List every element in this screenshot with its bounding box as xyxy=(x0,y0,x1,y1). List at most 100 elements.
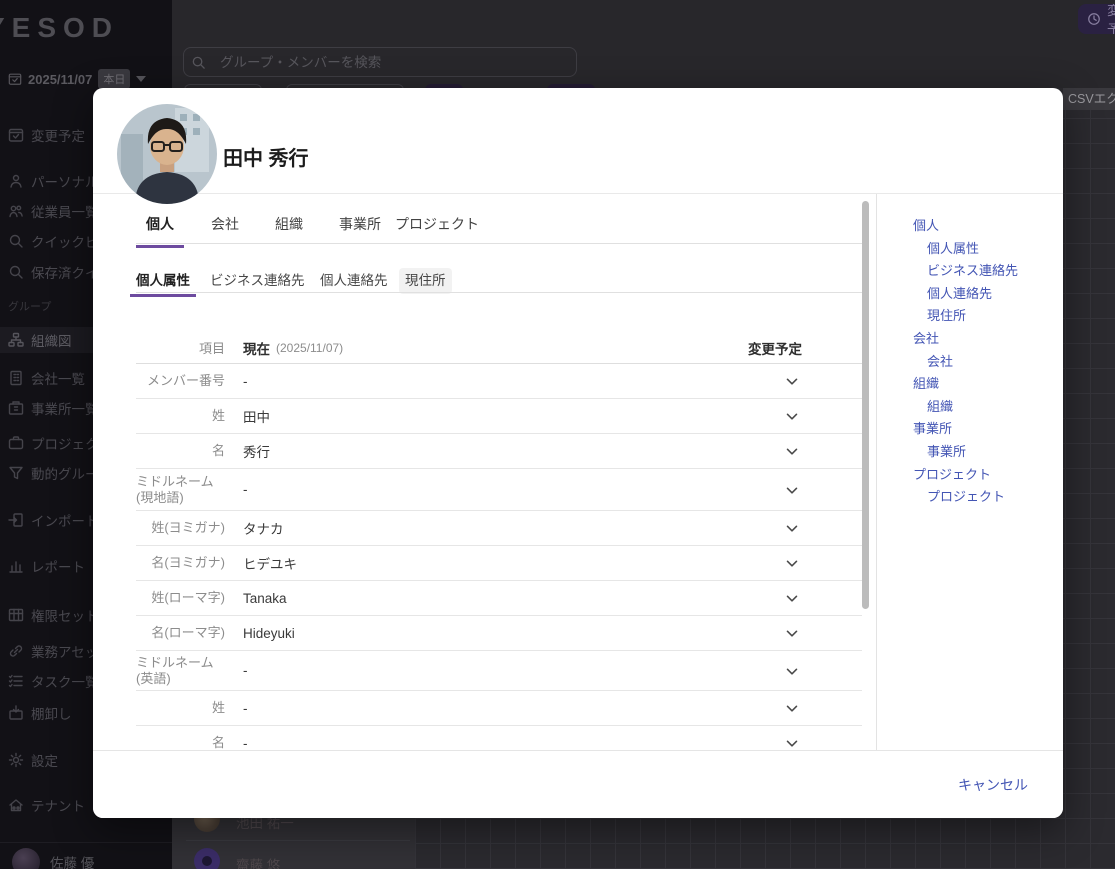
tabs-divider xyxy=(136,243,862,244)
attribute-row: 名 秀行 xyxy=(136,434,862,469)
attribute-row: 名(ローマ字) Hideyuki xyxy=(136,616,862,651)
tenant-home-icon xyxy=(8,797,24,813)
chevron-down-icon[interactable] xyxy=(783,519,801,537)
current-user[interactable]: 佐藤 優 xyxy=(12,848,94,869)
avatar xyxy=(12,848,40,869)
sidebar-item-label: 事業所一覧 xyxy=(31,402,99,417)
row-label: ミドルネーム xyxy=(136,473,214,489)
modal-nav-link[interactable]: ビジネス連絡先 xyxy=(913,260,1063,283)
briefcase-icon xyxy=(8,435,24,451)
modal-nav-link[interactable]: 事業所 xyxy=(913,418,1063,441)
column-header-current-date: (2025/11/07) xyxy=(276,340,344,355)
row-current-value: 秀行 xyxy=(243,445,270,460)
gear-icon xyxy=(8,752,24,768)
chevron-down-icon[interactable] xyxy=(783,442,801,460)
chevron-down-icon[interactable] xyxy=(783,699,801,717)
row-current-value: 田中 xyxy=(243,410,270,425)
sidebar-item-label: 動的グルー xyxy=(31,467,99,482)
subtabs-divider xyxy=(136,292,862,293)
row-label: 名(ヨミガナ) xyxy=(151,555,225,570)
sidebar-item-label: タスク一覧 xyxy=(31,675,99,690)
row-current-value: - xyxy=(243,700,248,716)
tab-project[interactable]: プロジェクト xyxy=(385,214,489,244)
row-current-value: Hideyuki xyxy=(243,625,295,641)
modal-nav-link[interactable]: 個人 xyxy=(913,215,1063,238)
tab-company[interactable]: 会社 xyxy=(201,214,249,244)
subtab-current-address[interactable]: 現住所 xyxy=(399,268,452,294)
group-member-search-input[interactable] xyxy=(183,47,577,77)
sidebar-item-label: 権限セット xyxy=(31,609,99,624)
subtab-personal-attributes[interactable]: 個人属性 xyxy=(130,268,196,297)
modal-nav-link[interactable]: 個人属性 xyxy=(913,238,1063,261)
modal-nav-link[interactable]: 組織 xyxy=(913,373,1063,396)
modal-nav-link[interactable]: 個人連絡先 xyxy=(913,283,1063,306)
csv-export-button[interactable]: CSVエクスポート xyxy=(1063,88,1115,110)
chevron-down-icon[interactable] xyxy=(783,407,801,425)
modal-nav-link[interactable]: プロジェクト xyxy=(913,486,1063,509)
modal-nav-link[interactable]: プロジェクト xyxy=(913,464,1063,487)
change-schedule-button[interactable]: 変更予定 xyxy=(1078,4,1115,34)
sidebar-item-label: プロジェク xyxy=(31,437,99,452)
modal-nav-link[interactable]: 組織 xyxy=(913,396,1063,419)
modal-body: 個人 会社 組織 事業所 プロジェクト 個人属性 ビジネス連絡先 個人連絡先 現住所 項目 現… xyxy=(93,193,1063,751)
attribute-row: メンバー番号 - xyxy=(136,364,862,399)
row-sublabel: (現地語) xyxy=(136,489,184,505)
import-icon xyxy=(8,512,24,528)
row-current-value: - xyxy=(243,663,248,678)
subtab-personal-contact[interactable]: 個人連絡先 xyxy=(314,268,394,294)
row-current-value: - xyxy=(243,373,248,389)
attribute-row: 姓(ヨミガナ) タナカ xyxy=(136,511,862,546)
cancel-button[interactable]: キャンセル xyxy=(958,775,1028,795)
row-label: 姓 xyxy=(211,408,225,423)
link-icon xyxy=(8,643,24,659)
modal-content: 個人 会社 組織 事業所 プロジェクト 個人属性 ビジネス連絡先 個人連絡先 現住所 項目 現… xyxy=(93,194,876,751)
chevron-down-icon[interactable] xyxy=(783,589,801,607)
column-header-item: 項目 xyxy=(198,341,225,356)
app-logo: YESOD xyxy=(0,12,120,43)
modal-nav-link[interactable]: 事業所 xyxy=(913,441,1063,464)
tab-organization[interactable]: 組織 xyxy=(265,214,313,244)
sidebar-item-label: レポート xyxy=(31,560,85,575)
tab-office[interactable]: 事業所 xyxy=(329,214,391,244)
modal-footer: キャンセル xyxy=(93,750,1063,818)
current-user-name: 佐藤 優 xyxy=(50,856,95,869)
chevron-down-icon[interactable] xyxy=(783,554,801,572)
sidebar-item-label: 保存済クイ xyxy=(31,266,99,281)
date-selector[interactable]: 2025/11/07 本日 xyxy=(8,69,147,89)
avatar xyxy=(194,848,220,869)
row-current-value: タナカ xyxy=(243,522,284,537)
app-window: 変更予定 CSVエクスポート 池田 祐一齋藤 悠 YESOD 2025/11/0… xyxy=(0,0,1115,869)
chevron-down-icon[interactable] xyxy=(783,481,801,499)
tab-personal[interactable]: 個人 xyxy=(136,214,184,248)
table-grid-icon xyxy=(8,607,24,623)
chevron-down-icon[interactable] xyxy=(783,624,801,642)
chevron-down-icon[interactable] xyxy=(783,372,801,390)
box-download-icon xyxy=(8,705,24,721)
attribute-row: ミドルネーム (英語) - xyxy=(136,651,862,691)
row-label: メンバー番号 xyxy=(146,373,225,388)
modal-nav-link[interactable]: 会社 xyxy=(913,351,1063,374)
calendar-check-icon xyxy=(8,127,24,143)
column-header-planned: 変更予定 xyxy=(748,341,802,357)
chevron-down-icon[interactable] xyxy=(783,662,801,680)
scrollbar-thumb[interactable] xyxy=(862,201,869,609)
row-current-value: ヒデユキ xyxy=(243,557,297,572)
row-sublabel: (英語) xyxy=(136,670,171,686)
attribute-row: 名- xyxy=(136,726,862,751)
row-label: 姓(ローマ字) xyxy=(151,590,225,605)
attribute-row: ミドルネーム (現地語) - xyxy=(136,469,862,511)
chevron-down-icon[interactable] xyxy=(783,734,801,751)
calendar-icon xyxy=(8,72,22,86)
subtab-business-contact[interactable]: ビジネス連絡先 xyxy=(204,268,311,294)
task-list-icon xyxy=(8,673,24,689)
sidebar-item-label: 棚卸し xyxy=(31,707,72,722)
modal-nav-link[interactable]: 会社 xyxy=(913,328,1063,351)
modal-nav-link[interactable]: 現住所 xyxy=(913,305,1063,328)
member-name: 田中 秀行 xyxy=(223,148,309,170)
row-label: 名(ローマ字) xyxy=(151,625,225,640)
attribute-row: 姓- xyxy=(136,691,862,726)
sidebar-item-label: パーソナル xyxy=(31,175,99,190)
search-icon xyxy=(8,264,24,280)
attribute-row: 名(ヨミガナ) ヒデユキ xyxy=(136,546,862,581)
modal-header: 田中 秀行 xyxy=(93,88,1063,204)
